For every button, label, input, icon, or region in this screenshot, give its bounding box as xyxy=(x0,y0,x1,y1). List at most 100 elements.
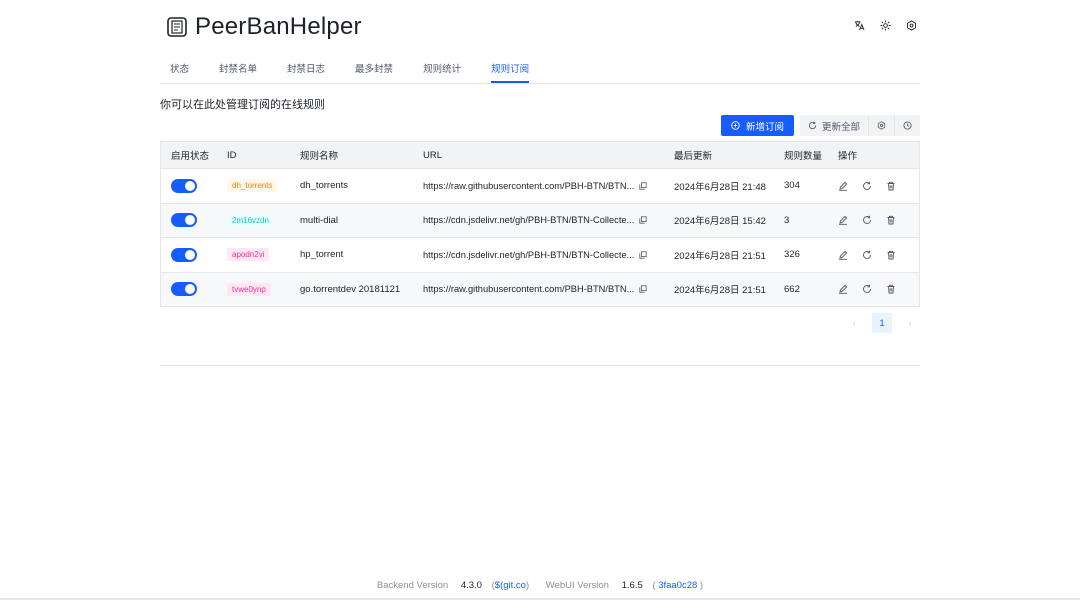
delete-icon[interactable] xyxy=(886,181,896,191)
rule-name: hp_torrent xyxy=(300,249,344,261)
tab-ban-list[interactable]: 封禁名单 xyxy=(219,60,257,83)
tab-status[interactable]: 状态 xyxy=(170,60,189,83)
refresh-icon[interactable] xyxy=(862,250,872,260)
enabled-toggle[interactable] xyxy=(171,178,197,193)
webui-link-open: ( xyxy=(652,580,656,591)
backend-link-close: ) xyxy=(525,580,530,591)
delete-icon[interactable] xyxy=(886,250,896,260)
id-tag: dh_torrents xyxy=(227,179,278,193)
header-actions xyxy=(852,18,918,32)
refresh-icon[interactable] xyxy=(862,181,872,191)
enabled-toggle[interactable] xyxy=(171,213,197,228)
enabled-toggle[interactable] xyxy=(171,282,197,297)
header-url[interactable]: URL xyxy=(412,150,663,161)
table-header: 启用状态 ID 规则名称 URL 最后更新 规则数量 操作 xyxy=(161,142,919,168)
rule-count: 3 xyxy=(784,214,790,226)
add-subscription-button[interactable]: 新增订阅 xyxy=(720,115,794,136)
row-actions xyxy=(828,215,918,225)
subscription-settings-button[interactable] xyxy=(868,115,894,136)
settings-icon[interactable] xyxy=(904,18,918,32)
header-actions: 操作 xyxy=(838,151,858,162)
table-row: dh_torrents dh_torrents https://raw.gith… xyxy=(161,168,919,203)
copy-icon[interactable] xyxy=(638,250,648,260)
id-cell: 2m16vzdn xyxy=(217,213,289,227)
table-row: apodn2vi hp_torrent https://cdn.jsdelivr… xyxy=(161,237,919,272)
id-cell: apodn2vi xyxy=(217,248,289,262)
id-tag: apodn2vi xyxy=(227,248,270,262)
id-cell: tvwe0ynp xyxy=(217,282,289,296)
refresh-icon[interactable] xyxy=(862,215,872,225)
edit-icon[interactable] xyxy=(838,284,848,294)
rule-url: https://cdn.jsdelivr.net/gh/PBH-BTN/BTN-… xyxy=(423,215,635,226)
copy-icon[interactable] xyxy=(638,215,648,225)
header-enabled[interactable]: 启用状态 xyxy=(161,148,217,162)
edit-icon[interactable] xyxy=(838,215,848,225)
history-button[interactable] xyxy=(894,115,920,136)
app-logo-icon xyxy=(167,17,187,37)
enabled-cell xyxy=(161,213,217,228)
content-divider xyxy=(160,365,920,366)
delete-icon[interactable] xyxy=(886,284,896,294)
webui-version: 1.6.5 xyxy=(621,580,643,591)
header-id[interactable]: ID xyxy=(217,150,289,161)
enabled-cell xyxy=(161,247,217,262)
toolbar: 新增订阅 更新全部 xyxy=(720,115,920,136)
delete-icon[interactable] xyxy=(886,215,896,225)
app-title: PeerBanHelper xyxy=(195,13,362,40)
refresh-icon[interactable] xyxy=(862,284,872,294)
last-updated: 2024年6月28日 21:48 xyxy=(674,181,766,193)
rule-url: https://raw.githubusercontent.com/PBH-BT… xyxy=(423,284,635,295)
url-cell: https://cdn.jsdelivr.net/gh/PBH-BTN/BTN-… xyxy=(412,250,663,260)
rule-count: 662 xyxy=(784,283,800,295)
webui-version-label: WebUI Version xyxy=(545,580,609,591)
translate-icon[interactable] xyxy=(852,18,866,32)
pagination: ‹ 1 › xyxy=(844,313,920,333)
enabled-toggle[interactable] xyxy=(171,247,197,262)
row-actions xyxy=(828,250,918,260)
update-all-label: 更新全部 xyxy=(821,121,860,133)
plus-circle-icon xyxy=(731,121,740,130)
prev-page-icon[interactable]: ‹ xyxy=(844,313,864,333)
webui-commit-link[interactable]: 3faa0c28 xyxy=(658,580,697,591)
enabled-cell xyxy=(161,178,217,193)
copy-icon[interactable] xyxy=(638,181,648,191)
tab-ban-logs[interactable]: 封禁日志 xyxy=(287,60,325,83)
history-icon xyxy=(903,121,912,130)
header-last-updated[interactable]: 最后更新 xyxy=(663,148,773,162)
update-all-button[interactable]: 更新全部 xyxy=(799,115,868,136)
webui-link-close: ) xyxy=(699,580,704,591)
id-cell: dh_torrents xyxy=(217,179,289,193)
url-cell: https://raw.githubusercontent.com/PBH-BT… xyxy=(412,181,663,191)
url-cell: https://cdn.jsdelivr.net/gh/PBH-BTN/BTN-… xyxy=(412,215,663,225)
last-updated: 2024年6月28日 15:42 xyxy=(674,216,766,228)
tab-most-banned[interactable]: 最多封禁 xyxy=(355,60,393,83)
last-updated: 2024年6月28日 21:51 xyxy=(674,285,766,297)
header-rule-count[interactable]: 规则数量 xyxy=(773,148,828,162)
header-rule-name[interactable]: 规则名称 xyxy=(289,148,412,162)
backend-version: 4.3.0 xyxy=(460,580,482,591)
toolbar-button-group: 更新全部 xyxy=(799,115,920,136)
rule-url: https://cdn.jsdelivr.net/gh/PBH-BTN/BTN-… xyxy=(423,249,635,260)
subscriptions-table: 启用状态 ID 规则名称 URL 最后更新 规则数量 操作 dh_torrent… xyxy=(160,141,920,307)
theme-toggle-icon[interactable] xyxy=(878,18,892,32)
app-header: PeerBanHelper xyxy=(160,10,920,44)
enabled-cell xyxy=(161,282,217,297)
tab-rule-stats[interactable]: 规则统计 xyxy=(423,60,461,83)
next-page-icon[interactable]: › xyxy=(900,313,920,333)
edit-icon[interactable] xyxy=(838,250,848,260)
url-cell: https://raw.githubusercontent.com/PBH-BT… xyxy=(412,284,663,294)
rule-count: 304 xyxy=(784,180,800,192)
tab-rule-subscriptions[interactable]: 规则订阅 xyxy=(491,60,530,83)
backend-git-link[interactable]: $(git.co xyxy=(495,580,526,591)
id-tag: tvwe0ynp xyxy=(227,282,271,296)
page-number-current[interactable]: 1 xyxy=(872,313,892,333)
edit-icon[interactable] xyxy=(838,181,848,191)
rule-name: multi-dial xyxy=(300,214,339,226)
copy-icon[interactable] xyxy=(638,284,648,294)
row-actions xyxy=(828,284,918,294)
id-tag: 2m16vzdn xyxy=(227,213,274,227)
rule-name: go.torrentdev 20181121 xyxy=(300,283,401,295)
footer: Backend Version 4.3.0 ($(git.co) WebUI V… xyxy=(0,580,1080,591)
settings-icon xyxy=(877,121,886,130)
rule-count: 326 xyxy=(784,249,800,261)
